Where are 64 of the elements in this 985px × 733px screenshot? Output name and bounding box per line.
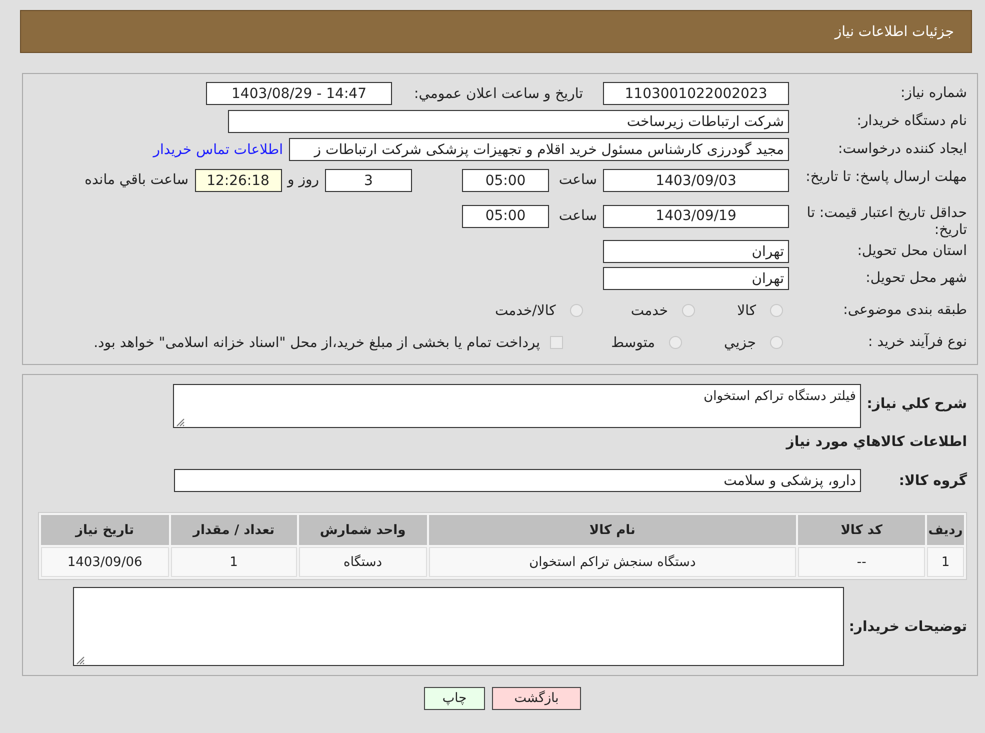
radio-button[interactable] — [669, 336, 682, 349]
deadline-date-field: 1403/09/03 — [603, 169, 789, 192]
radio-button[interactable] — [570, 304, 583, 317]
radio-button[interactable] — [770, 304, 783, 317]
description-field[interactable]: فیلتر دستگاه تراکم استخوان — [173, 384, 861, 428]
announce-date-field: 1403/08/29 - 14:47 — [206, 82, 392, 105]
column-header: تعداد / مقدار — [170, 515, 297, 545]
back-button[interactable]: بازگشت — [492, 687, 581, 710]
need-number-field: 1103001022002023 — [603, 82, 789, 105]
field-label: گروه کالا: — [898, 472, 967, 488]
field-label: شماره نیاز: — [900, 85, 967, 102]
deadline-time-field: 05:00 — [462, 169, 549, 192]
radio-label: کالا/خدمت — [494, 302, 556, 318]
field-label: شهر محل تحویل: — [864, 270, 967, 287]
time-label: ساعت — [558, 208, 597, 224]
announce-label: تاريخ و ساعت اعلان عمومي: — [413, 86, 583, 102]
table-cell: -- — [798, 547, 926, 577]
table-cell: 1403/09/06 — [41, 547, 169, 577]
validity-time-field: 05:00 — [462, 204, 549, 228]
creator-field: مجيد گودرزی کارشناس مسئول خرید اقلام و تجهیزات پزشکی شرکت ارتباطات ز — [289, 138, 789, 161]
resize-grip-icon[interactable] — [75, 655, 85, 665]
days-field: 3 — [325, 169, 412, 192]
description-text: فیلتر دستگاه تراکم استخوان — [704, 389, 856, 404]
field-label: شرح کلي نیاز: — [867, 396, 967, 412]
radio-label: جزيي — [724, 334, 756, 350]
radio-button[interactable] — [770, 336, 783, 349]
treasury-note: پرداخت تمام یا بخشی از مبلغ خرید،از محل "اسناد خزانه اسلامی" خواهد بود. — [94, 334, 540, 350]
field-label: توضیحات خریدار: — [850, 618, 967, 634]
column-header: ردیف — [927, 515, 964, 545]
page-title: جزئیات اطلاعات نیاز — [834, 24, 954, 40]
city-field: تهران — [603, 267, 789, 290]
resize-grip-icon[interactable] — [175, 417, 185, 427]
radio-label: خدمت — [630, 302, 668, 318]
field-label: ایجاد کننده درخواست: — [837, 141, 967, 158]
field-label: مهلت ارسال پاسخ: تا تاریخ: — [804, 169, 967, 186]
goods-group-field: دارو، پزشکی و سلامت — [174, 469, 861, 492]
buyer-org-field: شرکت ارتباطات زیرساخت — [228, 110, 789, 133]
column-header: نام کالا — [428, 515, 796, 545]
remaining-time-field: 12:26:18 — [194, 169, 282, 192]
remaining-label: ساعت باقي مانده — [84, 172, 188, 188]
column-header: تاریخ نیاز — [41, 515, 169, 545]
field-label: حداقل تاریخ اعتبار قیمت: تا تاریخ: — [806, 204, 967, 238]
buyer-contact-link[interactable]: اطلاعات تماس خریدار — [153, 142, 283, 158]
checkbox[interactable] — [550, 336, 564, 349]
field-label: طبقه بندی موضوعی: — [842, 302, 967, 319]
radio-label: کالا — [737, 302, 756, 318]
table-cell: دستگاه سنجش تراکم استخوان — [428, 547, 796, 577]
section-title: اطلاعات کالاهاي مورد نياز — [786, 434, 967, 450]
table-cell: 1 — [927, 547, 964, 577]
column-header: کد کالا — [798, 515, 926, 545]
field-label: نوع فرآیند خرید : — [867, 334, 967, 351]
table-cell: 1 — [170, 547, 297, 577]
time-label: ساعت — [558, 172, 597, 188]
radio-button[interactable] — [682, 304, 696, 317]
days-label: روز و — [288, 172, 319, 188]
column-header: واحد شمارش — [298, 515, 427, 545]
buyer-notes-field[interactable] — [73, 587, 844, 666]
field-label: نام دستگاه خريدار: — [856, 113, 967, 130]
field-label: استان محل تحویل: — [856, 243, 967, 260]
radio-label: متوسط — [611, 334, 656, 350]
validity-date-field: 1403/09/19 — [603, 204, 789, 228]
table-cell: دستگاه — [298, 547, 427, 577]
print-button[interactable]: چاپ — [424, 687, 485, 710]
province-field: تهران — [603, 240, 789, 263]
